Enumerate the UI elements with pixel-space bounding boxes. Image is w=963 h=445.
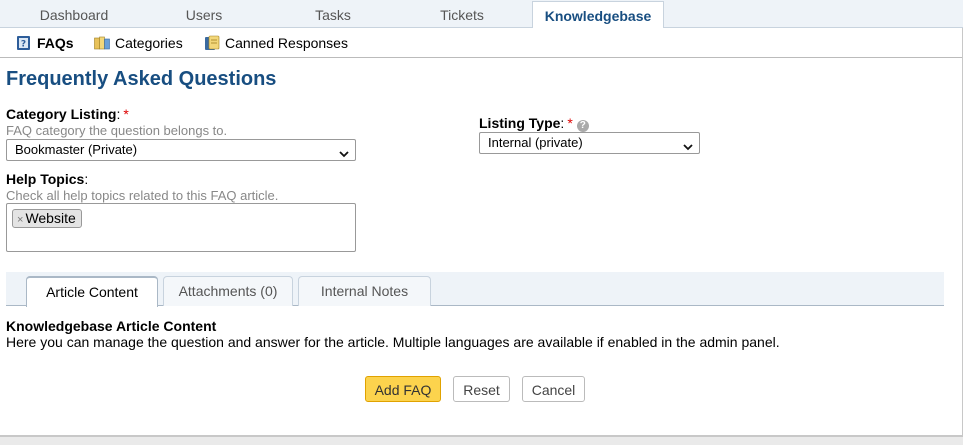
help-topics-label: Help Topics: bbox=[6, 171, 89, 187]
category-listing-hint: FAQ category the question belongs to. bbox=[6, 123, 228, 138]
tab-internal-notes[interactable]: Internal Notes bbox=[298, 276, 431, 306]
tab-article-content[interactable]: Article Content bbox=[26, 276, 158, 307]
subnav-item-label: FAQs bbox=[37, 35, 74, 51]
category-listing-value: Bookmaster (Private) bbox=[15, 142, 138, 157]
help-topics-multiselect[interactable]: × Website bbox=[6, 203, 356, 252]
top-navigation: Dashboard Users Tasks Tickets Knowledgeb… bbox=[0, 0, 963, 29]
tab-tickets[interactable]: Tickets bbox=[405, 0, 519, 28]
listing-type-value: Internal (private) bbox=[488, 135, 583, 150]
article-content-heading: Knowledgebase Article Content bbox=[6, 318, 217, 334]
page-title: Frequently Asked Questions bbox=[6, 68, 277, 90]
subnav-item-categories[interactable]: Categories bbox=[94, 34, 183, 52]
svg-text:?: ? bbox=[21, 40, 26, 50]
help-topic-token-label: Website bbox=[25, 210, 76, 226]
faq-book-icon: ? bbox=[16, 35, 37, 51]
tab-users[interactable]: Users bbox=[150, 0, 258, 28]
add-faq-button[interactable]: Add FAQ bbox=[365, 376, 441, 402]
subnav-item-faqs[interactable]: ? FAQs bbox=[16, 34, 74, 52]
tab-tasks[interactable]: Tasks bbox=[270, 0, 396, 28]
tab-attachments[interactable]: Attachments (0) bbox=[163, 276, 293, 306]
help-topic-token: × Website bbox=[12, 209, 82, 228]
categories-icon bbox=[94, 35, 115, 51]
subnav-item-canned-responses[interactable]: Canned Responses bbox=[204, 34, 348, 52]
help-icon[interactable]: ? bbox=[576, 120, 589, 132]
sub-navigation: ? FAQs Categories Canned Responses bbox=[0, 28, 963, 58]
cancel-button[interactable]: Cancel bbox=[522, 376, 585, 402]
category-listing-label: Category Listing: * bbox=[6, 106, 129, 122]
content-tab-bar: Article Content Attachments (0) Internal… bbox=[6, 272, 944, 307]
tab-knowledgebase[interactable]: Knowledgebase bbox=[532, 1, 664, 29]
tab-dashboard[interactable]: Dashboard bbox=[10, 0, 138, 28]
help-topics-hint: Check all help topics related to this FA… bbox=[6, 188, 279, 203]
subnav-item-label: Canned Responses bbox=[225, 35, 348, 51]
remove-token-icon[interactable]: × bbox=[17, 214, 23, 226]
reset-button[interactable]: Reset bbox=[453, 376, 510, 402]
article-content-description: Here you can manage the question and ans… bbox=[6, 334, 780, 350]
category-listing-select[interactable]: Bookmaster (Private) bbox=[6, 139, 356, 161]
listing-type-label: Listing Type: *? bbox=[479, 115, 589, 132]
subnav-item-label: Categories bbox=[115, 35, 183, 51]
chevron-down-icon bbox=[339, 145, 349, 165]
canned-responses-icon bbox=[204, 35, 225, 51]
chevron-down-icon bbox=[683, 138, 693, 158]
listing-type-select[interactable]: Internal (private) bbox=[479, 132, 700, 154]
page-bottom-border bbox=[0, 435, 963, 445]
